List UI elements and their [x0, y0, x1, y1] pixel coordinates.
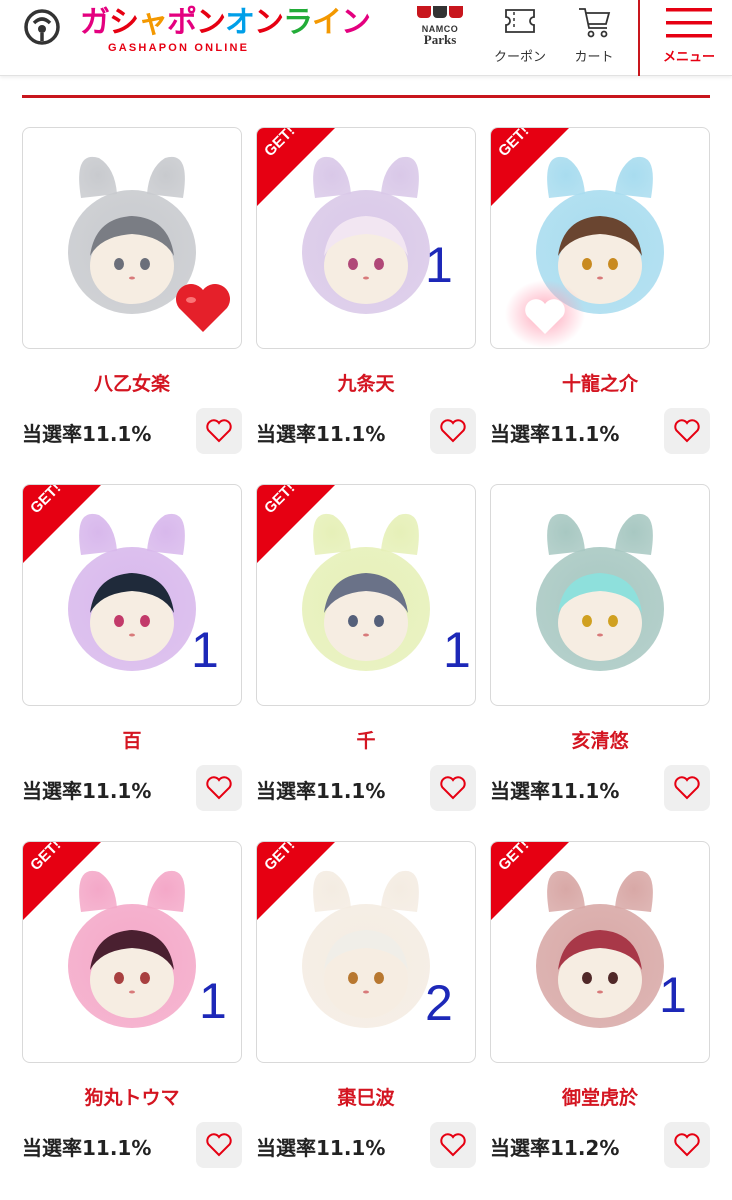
- product-name[interactable]: 百: [22, 726, 242, 753]
- heart-outline-icon: [674, 419, 700, 443]
- product-name[interactable]: 九条天: [256, 369, 476, 396]
- logo-char: ポ: [167, 5, 197, 40]
- hamburger-menu-icon: [666, 8, 712, 38]
- logo-char: ラ: [283, 5, 313, 40]
- heart-outline-icon: [206, 419, 232, 443]
- namco-parks-link[interactable]: NAMCO Parks: [412, 6, 468, 56]
- favorite-button[interactable]: [196, 408, 242, 454]
- product-card[interactable]: GET! 十龍之介当選率11.1%: [490, 127, 710, 462]
- logo-char: シ: [109, 5, 139, 40]
- site-header: ガシャポンオンライン GASHAPON ONLINE NAMCO Parks ク…: [0, 0, 732, 76]
- win-rate: 当選率11.1%: [22, 779, 152, 803]
- favorite-button[interactable]: [196, 1122, 242, 1168]
- product-thumbnail[interactable]: [22, 127, 242, 349]
- logo-char: ガ: [80, 5, 110, 40]
- site-logo-text[interactable]: ガシャポンオンライン: [80, 4, 371, 42]
- win-rate: 当選率11.1%: [256, 779, 386, 803]
- win-rate: 当選率11.1%: [256, 1136, 386, 1160]
- favorite-button[interactable]: [430, 765, 476, 811]
- product-card[interactable]: GET! 1 狗丸トウマ当選率11.1%: [22, 841, 242, 1176]
- heart-outline-icon: [440, 419, 466, 443]
- menu-label: メニュー: [662, 50, 715, 65]
- win-rate: 当選率11.1%: [490, 422, 620, 446]
- win-rate: 当選率11.1%: [490, 779, 620, 803]
- product-thumbnail[interactable]: GET!: [490, 127, 710, 349]
- owned-count: 1: [199, 973, 227, 1029]
- owned-count: 1: [425, 237, 453, 293]
- plush-image: [536, 513, 664, 671]
- namco-parks-logo-icon: [412, 6, 468, 18]
- coupon-label: クーポン: [493, 50, 546, 65]
- product-name[interactable]: 八乙女楽: [22, 369, 242, 396]
- favorite-button[interactable]: [430, 1122, 476, 1168]
- logo-char: ン: [254, 5, 284, 40]
- header-divider: [638, 0, 640, 76]
- heart-outline-icon: [206, 776, 232, 800]
- logo-char: ン: [196, 5, 226, 40]
- heart-outline-icon: [674, 1133, 700, 1157]
- heart-outline-icon: [674, 776, 700, 800]
- product-name[interactable]: 亥清悠: [490, 726, 710, 753]
- menu-button[interactable]: メニュー: [646, 0, 732, 76]
- owned-count: 1: [659, 967, 687, 1023]
- owned-count: 2: [425, 975, 453, 1031]
- coupon-ticket-icon: [505, 9, 535, 33]
- coupon-button[interactable]: クーポン: [486, 0, 554, 76]
- product-thumbnail[interactable]: GET! 1: [256, 484, 476, 706]
- product-card[interactable]: GET! 1 御堂虎於当選率11.2%: [490, 841, 710, 1176]
- product-thumbnail[interactable]: GET! 1: [490, 841, 710, 1063]
- product-thumbnail[interactable]: GET! 1: [22, 484, 242, 706]
- logo-char: オ: [225, 5, 255, 40]
- owned-count: 1: [191, 622, 219, 678]
- cart-label: カート: [574, 50, 614, 65]
- heart-outline-icon: [440, 1133, 466, 1157]
- logo-char: ン: [341, 5, 371, 40]
- win-rate: 当選率11.1%: [256, 422, 386, 446]
- product-thumbnail[interactable]: [490, 484, 710, 706]
- product-name[interactable]: 棗巳波: [256, 1083, 476, 1110]
- product-name[interactable]: 狗丸トウマ: [22, 1083, 242, 1110]
- cart-button[interactable]: カート: [564, 0, 624, 76]
- heart-outline-icon: [206, 1133, 232, 1157]
- win-rate: 当選率11.1%: [22, 1136, 152, 1160]
- section-divider: [22, 95, 710, 98]
- favorite-button[interactable]: [430, 408, 476, 454]
- product-name[interactable]: 十龍之介: [490, 369, 710, 396]
- gashapon-logo-icon[interactable]: [24, 9, 60, 45]
- logo-subtitle: GASHAPON ONLINE: [108, 42, 250, 54]
- product-card[interactable]: GET! 1 百当選率11.1%: [22, 484, 242, 819]
- logo-char: イ: [312, 5, 342, 40]
- favorite-button[interactable]: [664, 408, 710, 454]
- product-card[interactable]: 八乙女楽当選率11.1%: [22, 127, 242, 462]
- cart-icon: [579, 8, 611, 38]
- parks-label: Parks: [423, 32, 457, 47]
- win-rate: 当選率11.1%: [22, 422, 152, 446]
- favorite-button[interactable]: [196, 765, 242, 811]
- product-name[interactable]: 千: [256, 726, 476, 753]
- product-thumbnail[interactable]: GET! 2: [256, 841, 476, 1063]
- product-card[interactable]: 亥清悠当選率11.1%: [490, 484, 710, 819]
- glowing-heart-sticker-icon: [505, 280, 585, 348]
- product-name[interactable]: 御堂虎於: [490, 1083, 710, 1110]
- product-thumbnail[interactable]: GET! 1: [22, 841, 242, 1063]
- owned-count: 1: [443, 622, 471, 678]
- logo-char: ャ: [138, 5, 168, 40]
- win-rate: 当選率11.2%: [490, 1136, 620, 1160]
- product-card[interactable]: GET! 2 棗巳波当選率11.1%: [256, 841, 476, 1176]
- favorite-button[interactable]: [664, 765, 710, 811]
- favorite-button[interactable]: [664, 1122, 710, 1168]
- heart-outline-icon: [440, 776, 466, 800]
- red-heart-sticker-icon: [176, 284, 230, 332]
- product-card[interactable]: GET! 1 九条天当選率11.1%: [256, 127, 476, 462]
- product-card[interactable]: GET! 1 千当選率11.1%: [256, 484, 476, 819]
- product-thumbnail[interactable]: GET! 1: [256, 127, 476, 349]
